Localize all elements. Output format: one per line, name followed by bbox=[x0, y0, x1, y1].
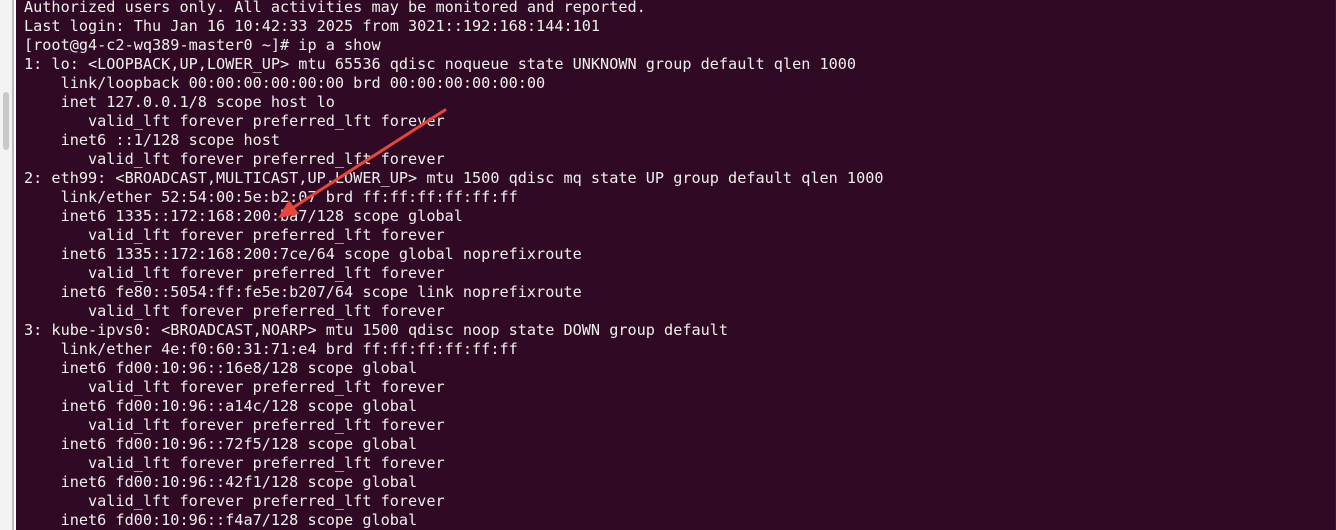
terminal-line: 1: lo: <LOOPBACK,UP,LOWER_UP> mtu 65536 … bbox=[24, 55, 857, 73]
terminal-output: Authorized users only. All activities ma… bbox=[16, 0, 1335, 530]
terminal-line: inet6 ::1/128 scope host bbox=[24, 131, 281, 149]
terminal-line: valid_lft forever preferred_lft forever bbox=[24, 454, 445, 472]
screenshot-frame: Authorized users only. All activities ma… bbox=[0, 0, 1336, 530]
terminal-line-highlighted-address: inet6 1335::172:168:200:ba7/128 scope gl… bbox=[24, 207, 463, 225]
left-scrollbar-thumb[interactable] bbox=[3, 92, 9, 150]
terminal-line: valid_lft forever preferred_lft forever bbox=[24, 492, 445, 510]
terminal-line: link/ether 52:54:00:5e:b2:07 brd ff:ff:f… bbox=[24, 188, 518, 206]
terminal-line-banner: Authorized users only. All activities ma… bbox=[24, 0, 646, 16]
terminal-line: valid_lft forever preferred_lft forever bbox=[24, 302, 445, 320]
terminal-line: valid_lft forever preferred_lft forever bbox=[24, 416, 445, 434]
terminal-line-last-login: Last login: Thu Jan 16 10:42:33 2025 fro… bbox=[24, 17, 601, 35]
terminal-line: 3: kube-ipvs0: <BROADCAST,NOARP> mtu 150… bbox=[24, 321, 729, 339]
terminal-line: valid_lft forever preferred_lft forever bbox=[24, 112, 445, 130]
terminal-line: inet6 fd00:10:96::42f1/128 scope global bbox=[24, 473, 418, 491]
terminal-line: inet6 fd00:10:96::72f5/128 scope global bbox=[24, 435, 418, 453]
terminal-line: inet6 fd00:10:96::a14c/128 scope global bbox=[24, 397, 418, 415]
terminal-window[interactable]: Authorized users only. All activities ma… bbox=[16, 0, 1335, 530]
terminal-line-prompt: [root@g4-c2-wq389-master0 ~]# ip a show bbox=[24, 36, 381, 54]
terminal-line: inet6 fd00:10:96::16e8/128 scope global bbox=[24, 359, 418, 377]
terminal-line: valid_lft forever preferred_lft forever bbox=[24, 264, 445, 282]
terminal-line: inet6 fd00:10:96::f4a7/128 scope global bbox=[24, 511, 418, 529]
terminal-line: link/loopback 00:00:00:00:00:00 brd 00:0… bbox=[24, 74, 546, 92]
left-window-edge bbox=[0, 0, 14, 530]
terminal-line: link/ether 4e:f0:60:31:71:e4 brd ff:ff:f… bbox=[24, 340, 518, 358]
terminal-line: valid_lft forever preferred_lft forever bbox=[24, 226, 445, 244]
terminal-line: inet 127.0.0.1/8 scope host lo bbox=[24, 93, 335, 111]
terminal-line: valid_lft forever preferred_lft forever bbox=[24, 150, 445, 168]
terminal-line: 2: eth99: <BROADCAST,MULTICAST,UP,LOWER_… bbox=[24, 169, 884, 187]
terminal-line: inet6 1335::172:168:200:7ce/64 scope glo… bbox=[24, 245, 582, 263]
terminal-line: valid_lft forever preferred_lft forever bbox=[24, 378, 445, 396]
terminal-line: inet6 fe80::5054:ff:fe5e:b207/64 scope l… bbox=[24, 283, 582, 301]
